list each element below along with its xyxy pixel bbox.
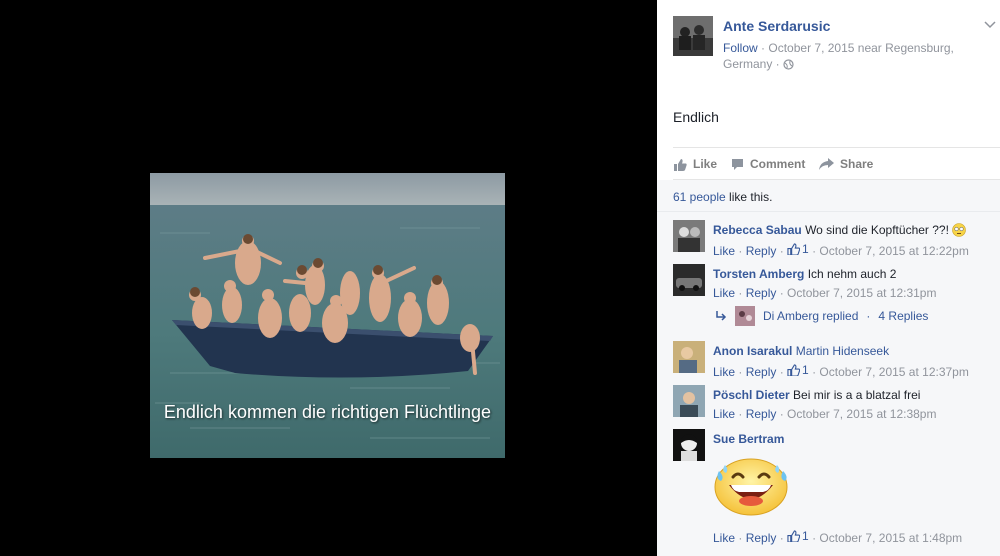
comment-button[interactable]: Comment xyxy=(731,157,805,171)
share-label: Share xyxy=(840,157,874,171)
commenter-name[interactable]: Torsten Amberg xyxy=(713,267,804,281)
flushed-face-icon xyxy=(952,223,967,241)
tagged-user-link[interactable]: Martin Hidenseek xyxy=(796,344,889,358)
commenter-name[interactable]: Anon Isarakul xyxy=(713,344,792,358)
like-button[interactable]: Like xyxy=(673,157,717,171)
comment-reply-link[interactable]: Reply xyxy=(746,407,777,421)
globe-icon xyxy=(783,58,794,74)
replies-count: 4 Replies xyxy=(878,309,929,323)
commenter-avatar[interactable] xyxy=(673,429,705,461)
post-meta: Follow · October 7, 2015 near Regensburg… xyxy=(723,40,973,74)
comment-reply-link[interactable]: Reply xyxy=(746,286,777,300)
comment-reply-link[interactable]: Reply xyxy=(746,531,777,545)
comment-body: Sue Bertram xyxy=(713,431,990,447)
comment-reply-link[interactable]: Reply xyxy=(746,244,777,258)
post-photo[interactable]: Endlich kommen die richtigen Flüchtlinge xyxy=(150,173,505,458)
commenter-name[interactable]: Rebecca Sabau xyxy=(713,223,802,237)
comment-meta: Like · Reply · October 7, 2015 at 12:31p… xyxy=(713,286,937,300)
comment-text: Wo sind die Kopftücher ??! xyxy=(805,223,949,237)
comment-meta: Like · Reply · 1 · October 7, 2015 at 12… xyxy=(713,363,969,379)
comment-timestamp[interactable]: October 7, 2015 at 12:37pm xyxy=(819,365,968,379)
likes-suffix: like this. xyxy=(725,190,773,204)
comment-body: Torsten Amberg Ich nehm auch 2 xyxy=(713,266,990,282)
comment-bubble-icon xyxy=(732,159,743,170)
comment-body: Pöschl Dieter Bei mir is a a blatzal fre… xyxy=(713,387,990,403)
post-location: Germany · xyxy=(723,57,780,71)
reply-arrow-icon xyxy=(716,311,727,321)
commenter-avatar[interactable] xyxy=(673,385,705,417)
chevron-down-icon[interactable] xyxy=(984,18,996,32)
thumbs-up-icon xyxy=(787,243,801,255)
thumbs-up-icon xyxy=(787,530,801,542)
comment-likes-count[interactable]: 1 xyxy=(787,363,809,377)
commenter-avatar[interactable] xyxy=(673,264,705,296)
follow-link[interactable]: Follow xyxy=(723,41,758,55)
photo-stage: Endlich kommen die richtigen Flüchtlinge xyxy=(0,0,657,556)
commenter-name[interactable]: Sue Bertram xyxy=(713,432,784,446)
post-header: Ante Serdarusic Follow · October 7, 2015… xyxy=(673,16,1000,76)
comment-like-link[interactable]: Like xyxy=(713,407,735,421)
thumbs-up-icon xyxy=(674,158,687,171)
author-name[interactable]: Ante Serdarusic xyxy=(723,18,830,34)
laughing-tears-face-icon xyxy=(713,451,793,517)
comment-meta: Like · Reply · 1 · October 7, 2015 at 1:… xyxy=(713,529,963,545)
share-button[interactable]: Share xyxy=(819,157,873,171)
replier-avatar xyxy=(735,306,755,326)
likes-summary: 61 people like this. xyxy=(657,180,1000,212)
comment-like-link[interactable]: Like xyxy=(713,244,735,258)
comment-timestamp[interactable]: October 7, 2015 at 1:48pm xyxy=(819,531,962,545)
comment-like-link[interactable]: Like xyxy=(713,365,735,379)
comment-timestamp[interactable]: October 7, 2015 at 12:38pm xyxy=(787,407,936,421)
comment-text: Ich nehm auch 2 xyxy=(807,267,897,281)
photo-caption: Endlich kommen die richtigen Flüchtlinge xyxy=(163,402,492,422)
comment-likes-count[interactable]: 1 xyxy=(787,529,809,543)
comment-reply-link[interactable]: Reply xyxy=(746,365,777,379)
commenter-avatar[interactable] xyxy=(673,341,705,373)
like-label: Like xyxy=(693,157,718,171)
likes-count-link[interactable]: 61 people xyxy=(673,190,726,204)
comment-body: Rebecca Sabau Wo sind die Kopftücher ??! xyxy=(713,222,990,241)
post-sidebar: Ante Serdarusic Follow · October 7, 2015… xyxy=(657,0,1000,556)
commenter-name[interactable]: Pöschl Dieter xyxy=(713,388,790,402)
comment-meta: Like · Reply · 1 · October 7, 2015 at 12… xyxy=(713,242,969,258)
commenter-avatar[interactable] xyxy=(673,220,705,252)
comment-body: Anon Isarakul Martin Hidenseek xyxy=(713,343,990,359)
share-arrow-icon xyxy=(819,158,834,170)
comment-text: Bei mir is a a blatzal frei xyxy=(793,388,921,402)
replier-text: Di Amberg replied xyxy=(763,309,859,323)
comment-timestamp[interactable]: October 7, 2015 at 12:22pm xyxy=(819,244,968,258)
comment-likes-count[interactable]: 1 xyxy=(787,242,809,256)
comment-like-link[interactable]: Like xyxy=(713,286,735,300)
post-timestamp[interactable]: October 7, 2015 near Regensburg, xyxy=(768,41,953,55)
comment-label: Comment xyxy=(750,157,806,171)
comments-list: Rebecca Sabau Wo sind die Kopftücher ??!… xyxy=(657,212,1000,556)
thumbs-up-icon xyxy=(787,364,801,376)
comment-like-link[interactable]: Like xyxy=(713,531,735,545)
view-replies-link[interactable]: Di Amberg replied · 4 Replies xyxy=(715,304,928,328)
comment-meta: Like · Reply · October 7, 2015 at 12:38p… xyxy=(713,407,937,421)
post-actions-bar: Like Comment Share xyxy=(673,147,1000,180)
author-avatar[interactable] xyxy=(673,16,713,56)
comment-timestamp[interactable]: October 7, 2015 at 12:31pm xyxy=(787,286,936,300)
post-text: Endlich xyxy=(673,109,719,125)
